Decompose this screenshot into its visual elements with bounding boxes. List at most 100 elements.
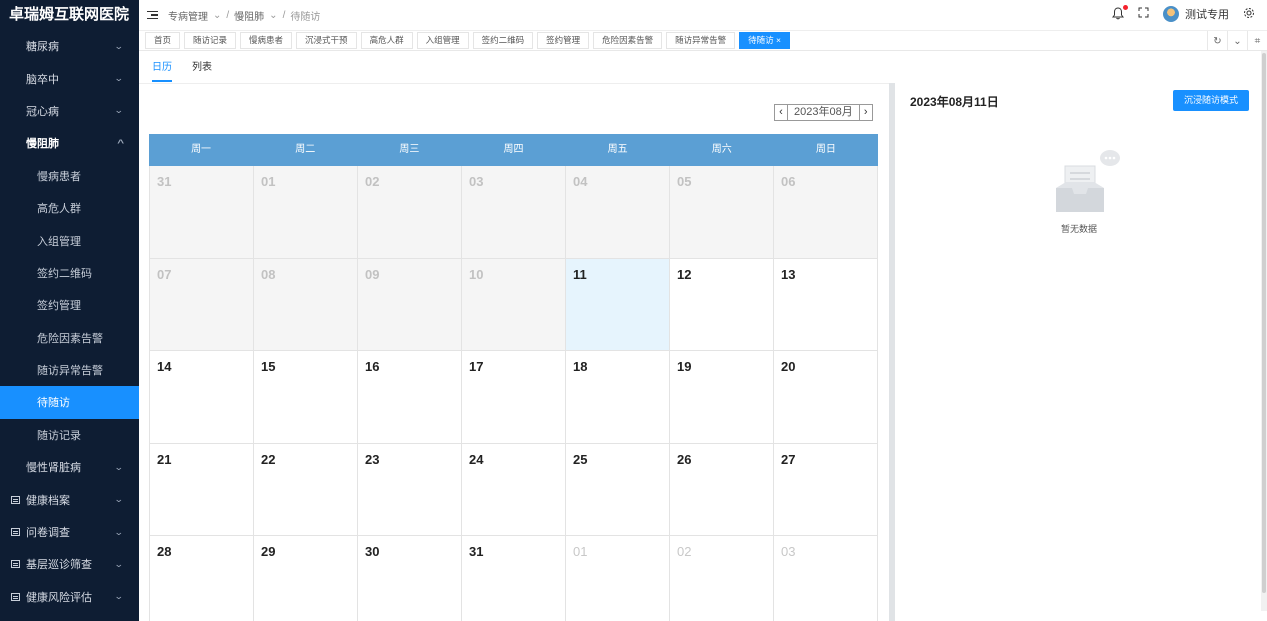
prev-month-button[interactable]: ‹ xyxy=(774,104,788,121)
sidebar-item-label-wrap: 危险因素告警 xyxy=(37,330,103,346)
chevron-down-icon: ⌄ xyxy=(114,73,125,84)
gear-icon[interactable] xyxy=(1243,7,1255,22)
page-scrollbar[interactable] xyxy=(1261,51,1267,611)
calendar-day-cell[interactable]: 11 xyxy=(566,258,670,352)
calendar-day-cell[interactable]: 27 xyxy=(774,443,878,537)
tab-item[interactable]: 危险因素告警 xyxy=(593,32,663,49)
immersive-followup-button[interactable]: 沉浸随访模式 xyxy=(1173,90,1249,111)
sidebar-item-label: 高危人群 xyxy=(37,203,81,216)
calendar-day-cell[interactable]: 26 xyxy=(670,443,774,537)
calendar-day-number: 27 xyxy=(781,451,796,467)
calendar-day-cell[interactable]: 18 xyxy=(566,351,670,444)
calendar-day-cell[interactable]: 19 xyxy=(670,351,774,444)
calendar-day-cell[interactable]: 28 xyxy=(149,536,254,621)
tab-item[interactable]: 签约管理 xyxy=(537,32,590,49)
empty-inbox-icon xyxy=(1052,148,1122,214)
calendar-week-row: 14 15 16 17 18 19 20 xyxy=(149,351,878,444)
sidebar-item[interactable]: 签约二维码 xyxy=(0,257,139,289)
sidebar-item[interactable]: 随访异常告警 xyxy=(0,354,139,386)
calendar-day-cell[interactable]: 06 xyxy=(774,166,878,259)
calendar-day-cell[interactable]: 16 xyxy=(358,351,462,444)
user-menu[interactable]: 测试专用 xyxy=(1163,6,1229,22)
calendar-week-row: 21 22 23 24 25 26 27 xyxy=(149,443,878,537)
calendar-day-cell[interactable]: 02 xyxy=(670,536,774,621)
sidebar-item[interactable]: 慢性肾脏病 ⌄ xyxy=(0,451,139,483)
calendar-day-cell[interactable]: 31 xyxy=(149,166,254,259)
calendar-day-cell[interactable]: 25 xyxy=(566,443,670,537)
fullscreen-icon[interactable] xyxy=(1138,7,1149,21)
calendar-day-cell[interactable]: 23 xyxy=(358,443,462,537)
sidebar-item[interactable]: 高危人群 xyxy=(0,192,139,224)
calendar-day-cell[interactable]: 01 xyxy=(254,166,358,259)
calendar-day-cell[interactable]: 17 xyxy=(462,351,566,444)
sidebar-item[interactable]: 基层巡诊筛查 ⌄ xyxy=(0,548,139,580)
tab-item[interactable]: 高危人群 xyxy=(360,32,413,49)
next-month-button[interactable]: › xyxy=(858,104,873,121)
sidebar-item[interactable]: 慢病患者 xyxy=(0,160,139,192)
app-logo: 卓瑞姆互联网医院 xyxy=(9,5,130,23)
calendar-day-cell[interactable]: 13 xyxy=(774,258,878,352)
tab-calendar[interactable]: 日历 xyxy=(152,58,172,82)
weekday-header: 周三 xyxy=(399,144,420,155)
sidebar-item[interactable]: 健康档案 ⌄ xyxy=(0,483,139,515)
tab-item[interactable]: 签约二维码 xyxy=(472,32,534,49)
tab-item[interactable]: 沉浸式干预 xyxy=(296,32,357,49)
calendar-day-cell[interactable]: 29 xyxy=(254,536,358,621)
calendar-day-cell[interactable]: 14 xyxy=(149,351,254,444)
tab-list[interactable]: 列表 xyxy=(192,58,212,82)
calendar-day-cell[interactable]: 07 xyxy=(149,258,254,352)
menu-group-icon xyxy=(11,592,20,601)
sidebar-item[interactable]: 签约管理 xyxy=(0,289,139,321)
refresh-icon[interactable]: ↻ xyxy=(1207,31,1227,51)
chevron-down-icon[interactable]: ⌄ xyxy=(1227,31,1247,51)
sidebar-item[interactable]: 随访记录 xyxy=(0,419,139,451)
calendar-day-cell[interactable]: 03 xyxy=(462,166,566,259)
calendar-day-cell[interactable]: 02 xyxy=(358,166,462,259)
sidebar-item-label-wrap: 高危人群 xyxy=(37,200,81,216)
breadcrumb-item[interactable]: 慢阻肺 xyxy=(234,8,264,23)
sidebar-item[interactable]: 糖尿病 ⌄ xyxy=(0,30,139,62)
calendar-day-cell[interactable]: 05 xyxy=(670,166,774,259)
bell-icon[interactable] xyxy=(1112,5,1128,21)
sidebar-item[interactable]: 脑卒中 ⌄ xyxy=(0,62,139,94)
tab-item[interactable]: 首页 xyxy=(145,32,181,49)
calendar-day-cell[interactable]: 15 xyxy=(254,351,358,444)
tab-item[interactable]: 慢病患者 xyxy=(240,32,293,49)
sidebar-item[interactable]: 危险因素告警 xyxy=(0,322,139,354)
calendar-day-cell[interactable]: 12 xyxy=(670,258,774,352)
sidebar-item[interactable]: 入组管理 xyxy=(0,224,139,256)
month-navigator: ‹ 2023年08月 › xyxy=(774,104,873,121)
month-label: 2023年08月 xyxy=(788,104,859,121)
tab-item[interactable]: 随访异常告警 xyxy=(666,32,736,49)
sidebar-item[interactable]: 待随访 xyxy=(0,386,139,419)
tab-item[interactable]: 待随访 × xyxy=(739,32,790,49)
sidebar-item-label: 慢性肾脏病 xyxy=(26,462,81,475)
sidebar-item[interactable]: 冠心病 ⌄ xyxy=(0,95,139,127)
calendar-day-cell[interactable]: 04 xyxy=(566,166,670,259)
calendar-day-cell[interactable]: 22 xyxy=(254,443,358,537)
breadcrumb-item[interactable]: 专病管理 xyxy=(168,8,208,23)
sidebar-item[interactable]: 问卷调查 ⌄ xyxy=(0,516,139,548)
expand-icon[interactable]: ⌗ xyxy=(1247,31,1267,51)
calendar-header: 周一 周二 周三 周四 周五 周六 周日 xyxy=(149,134,878,166)
calendar-day-cell[interactable]: 20 xyxy=(774,351,878,444)
tab-item[interactable]: 入组管理 xyxy=(416,32,469,49)
sidebar-item[interactable]: 健康风险评估 ⌄ xyxy=(0,581,139,613)
calendar-day-cell[interactable]: 08 xyxy=(254,258,358,352)
menu-fold-icon[interactable] xyxy=(147,10,158,20)
calendar-day-cell[interactable]: 24 xyxy=(462,443,566,537)
calendar-day-cell[interactable]: 03 xyxy=(774,536,878,621)
calendar-day-cell[interactable]: 21 xyxy=(149,443,254,537)
scrollbar-thumb[interactable] xyxy=(889,83,895,621)
sidebar-item[interactable]: 慢阻肺 ^ xyxy=(0,127,139,159)
calendar-day-cell[interactable]: 01 xyxy=(566,536,670,621)
panel-divider[interactable] xyxy=(889,83,895,621)
calendar-day-number: 04 xyxy=(573,174,588,189)
tab-item[interactable]: 随访记录 xyxy=(184,32,237,49)
scrollbar-thumb[interactable] xyxy=(1262,53,1266,593)
calendar-day-cell[interactable]: 10 xyxy=(462,258,566,352)
sidebar-item-label: 问卷调查 xyxy=(26,527,70,540)
calendar-day-cell[interactable]: 31 xyxy=(462,536,566,621)
calendar-day-cell[interactable]: 30 xyxy=(358,536,462,621)
calendar-day-cell[interactable]: 09 xyxy=(358,258,462,352)
